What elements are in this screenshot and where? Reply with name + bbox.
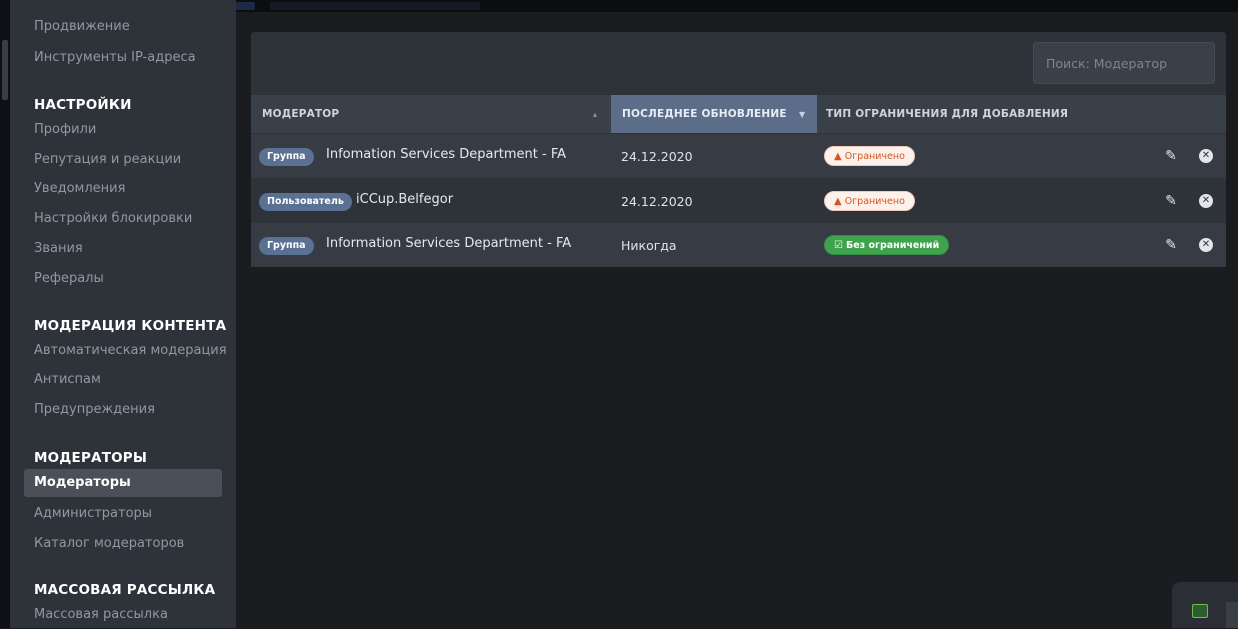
restriction-badge-label: Без ограничений [845, 240, 940, 251]
type-tag: Группа [259, 237, 314, 255]
moderators-panel: Поиск: Модератор МОДЕРАТОР ▴ ПОСЛЕДНЕЕ О… [251, 32, 1226, 267]
restriction-badge-label: Ограничено [844, 151, 905, 162]
warning-icon: ▲ [834, 196, 842, 207]
check-square-icon: ☑ [834, 240, 843, 251]
restriction-badge: ▲ Ограничено [824, 191, 915, 211]
sidebar-item-warnings[interactable]: Предупреждения [24, 396, 222, 424]
sort-caret-icon: ▴ [593, 110, 598, 119]
last-update-date: Никогда [621, 238, 677, 253]
table-header: МОДЕРАТОР ▴ ПОСЛЕДНЕЕ ОБНОВЛЕНИЕ ▼ ТИП О… [251, 95, 1226, 133]
type-tag: Пользователь [259, 193, 352, 211]
moderator-name[interactable]: Infomation Services Department - FA [326, 147, 566, 162]
pencil-icon[interactable]: ✎ [1161, 235, 1181, 255]
sidebar-item-notifications[interactable]: Уведомления [24, 175, 222, 203]
sort-desc-icon: ▼ [799, 110, 806, 119]
sidebar-item-mass-mailing[interactable]: Массовая рассылка [24, 601, 222, 629]
column-header-moderator[interactable]: МОДЕРАТОР ▴ [251, 95, 611, 133]
sidebar-item-reputation[interactable]: Репутация и реакции [24, 146, 222, 174]
sidebar-section-mass-mailing: МАССОВАЯ РАССЫЛКА [34, 582, 216, 598]
pencil-icon[interactable]: ✎ [1161, 146, 1181, 166]
tray-app-icon[interactable] [1192, 604, 1208, 618]
sidebar-item-promotion[interactable]: Продвижение [24, 13, 222, 41]
table-row[interactable]: Группа Infomation Services Department - … [251, 134, 1226, 178]
sidebar-section-settings: НАСТРОЙКИ [34, 97, 132, 113]
pencil-icon[interactable]: ✎ [1161, 191, 1181, 211]
search-input[interactable]: Поиск: Модератор [1033, 42, 1215, 84]
column-header-restriction[interactable]: ТИП ОГРАНИЧЕНИЯ ДЛЯ ДОБАВЛЕНИЯ [826, 95, 1068, 133]
warning-icon: ▲ [834, 151, 842, 162]
close-circle-icon[interactable]: ✕ [1199, 149, 1213, 163]
sidebar-item-ip-tools[interactable]: Инструменты IP-адреса [24, 44, 222, 72]
top-bar-url [270, 2, 480, 10]
left-edge-strip [0, 0, 10, 628]
system-tray [1172, 582, 1238, 628]
column-header-last-update[interactable]: ПОСЛЕДНЕЕ ОБНОВЛЕНИЕ ▼ [611, 95, 817, 133]
sidebar-item-ranks[interactable]: Звания [24, 235, 222, 263]
restriction-badge: ☑ Без ограничений [824, 235, 950, 255]
type-tag: Группа [259, 148, 314, 166]
sidebar-item-auto-moderation[interactable]: Автоматическая модерация [24, 337, 227, 365]
close-circle-icon[interactable]: ✕ [1199, 194, 1213, 208]
left-edge-marker [2, 40, 8, 100]
moderator-name[interactable]: iCCup.Belfegor [356, 192, 453, 207]
restriction-badge-label: Ограничено [844, 196, 905, 207]
sidebar-item-referrals[interactable]: Рефералы [24, 265, 222, 293]
sidebar-section-moderators: МОДЕРАТОРЫ [34, 450, 148, 466]
table-row[interactable]: Пользователь iCCup.Belfegor 24.12.2020 ▲… [251, 179, 1226, 223]
sidebar-section-content-moderation: МОДЕРАЦИЯ КОНТЕНТА [34, 318, 227, 334]
sidebar-item-administrators[interactable]: Администраторы [24, 500, 222, 528]
sidebar-item-moderators[interactable]: Модераторы [24, 469, 222, 497]
tray-edge [1226, 602, 1238, 628]
restriction-badge: ▲ Ограничено [824, 146, 915, 166]
sidebar-item-moderator-catalog[interactable]: Каталог модераторов [24, 530, 222, 558]
last-update-date: 24.12.2020 [621, 149, 693, 164]
sidebar-item-block-settings[interactable]: Настройки блокировки [24, 205, 222, 233]
table-row[interactable]: Группа Information Services Department -… [251, 223, 1226, 267]
moderator-name[interactable]: Information Services Department - FA [326, 236, 571, 251]
sidebar-item-antispam[interactable]: Антиспам [24, 366, 222, 394]
last-update-date: 24.12.2020 [621, 194, 693, 209]
column-header-last-update-label: ПОСЛЕДНЕЕ ОБНОВЛЕНИЕ [622, 108, 787, 120]
close-circle-icon[interactable]: ✕ [1199, 238, 1213, 252]
sidebar-item-profiles[interactable]: Профили [24, 116, 222, 144]
column-header-moderator-label: МОДЕРАТОР [262, 108, 340, 120]
admin-sidebar: Продвижение Инструменты IP-адреса НАСТРО… [10, 0, 236, 628]
